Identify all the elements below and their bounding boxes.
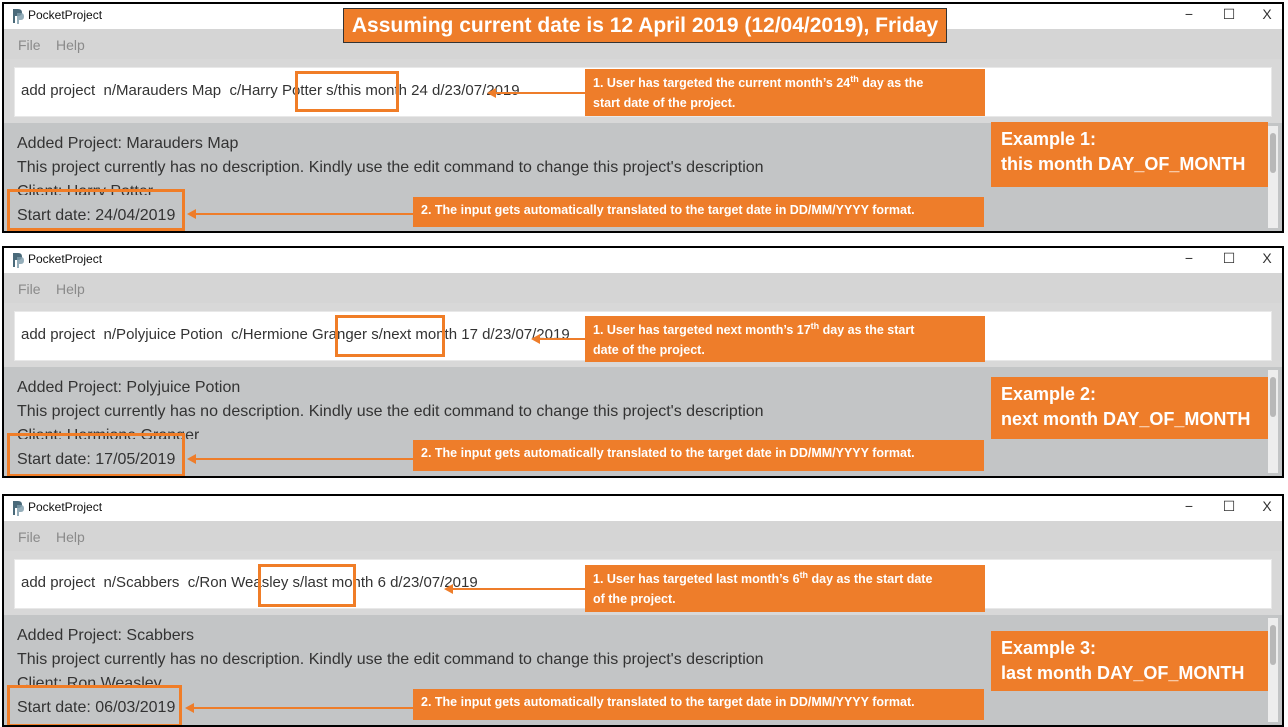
assumption-banner: Assuming current date is 12 April 2019 (… [343, 8, 947, 43]
callout-step-2: 2. The input gets automatically translat… [413, 689, 984, 720]
app-window-example-3: PocketProject − ☐ X File Help add projec… [2, 494, 1284, 727]
highlight-command-token [258, 564, 356, 607]
highlight-command-token [335, 315, 445, 357]
app-title: PocketProject [28, 500, 103, 514]
maximize-button[interactable]: ☐ [1219, 498, 1239, 515]
menu-bar: File Help [4, 273, 1282, 303]
highlight-start-date [7, 433, 185, 476]
result-description: This project currently has no descriptio… [17, 403, 764, 420]
close-button[interactable]: X [1257, 498, 1277, 514]
menu-file[interactable]: File [18, 281, 41, 297]
minimize-button[interactable]: − [1179, 498, 1199, 514]
maximize-button[interactable]: ☐ [1219, 250, 1239, 267]
arrow-head-step-2 [185, 703, 194, 713]
arrow-step-1 [494, 92, 586, 94]
arrow-head-step-1 [487, 88, 496, 98]
scrollbar-thumb[interactable] [1270, 377, 1276, 417]
example-label: Example 2: next month DAY_OF_MONTH [991, 377, 1268, 439]
highlight-start-date [7, 685, 182, 725]
arrow-head-step-1 [444, 584, 453, 594]
callout-step-1: 1. User has targeted the current month’s… [585, 69, 985, 116]
arrow-head-step-2 [187, 454, 196, 464]
arrow-step-1 [538, 338, 586, 340]
app-logo-icon [13, 501, 24, 516]
close-button[interactable]: X [1257, 250, 1277, 266]
close-button[interactable]: X [1257, 6, 1277, 22]
scrollbar-thumb[interactable] [1270, 625, 1276, 665]
app-logo-icon [13, 9, 24, 24]
app-title: PocketProject [28, 252, 103, 266]
example-label: Example 3: last month DAY_OF_MONTH [991, 631, 1268, 691]
callout-step-2: 2. The input gets automatically translat… [413, 197, 984, 227]
arrow-step-1 [451, 588, 586, 590]
app-window-example-2: PocketProject − ☐ X File Help add projec… [2, 246, 1284, 478]
arrow-step-2 [194, 213, 414, 215]
maximize-button[interactable]: ☐ [1219, 6, 1239, 23]
result-description: This project currently has no descriptio… [17, 159, 764, 176]
command-text: add project n/Polyjuice Potion c/Hermion… [21, 326, 570, 343]
title-bar: PocketProject − ☐ X [4, 248, 1282, 273]
arrow-step-2 [192, 707, 414, 709]
menu-file[interactable]: File [18, 529, 41, 545]
result-description: This project currently has no descriptio… [17, 651, 764, 668]
menu-help[interactable]: Help [56, 37, 85, 53]
callout-step-1: 1. User has targeted last month’s 6th da… [585, 565, 985, 612]
example-label: Example 1: this month DAY_OF_MONTH [991, 122, 1268, 187]
callout-step-1: 1. User has targeted next month’s 17th d… [585, 316, 985, 362]
command-text: add project n/Scabbers c/Ron Weasley s/l… [21, 574, 478, 591]
app-title: PocketProject [28, 8, 103, 22]
highlight-start-date [7, 189, 185, 231]
command-text: add project n/Marauders Map c/Harry Pott… [21, 82, 520, 99]
highlight-command-token [295, 71, 399, 112]
result-title: Added Project: Polyjuice Potion [17, 379, 241, 396]
menu-help[interactable]: Help [56, 281, 85, 297]
menu-help[interactable]: Help [56, 529, 85, 545]
scrollbar-thumb[interactable] [1270, 133, 1276, 173]
result-title: Added Project: Scabbers [17, 627, 194, 644]
result-title: Added Project: Marauders Map [17, 135, 239, 152]
arrow-head-step-2 [187, 209, 196, 219]
menu-file[interactable]: File [18, 37, 41, 53]
minimize-button[interactable]: − [1179, 6, 1199, 22]
menu-bar: File Help [4, 521, 1282, 551]
callout-step-2: 2. The input gets automatically translat… [413, 440, 984, 471]
minimize-button[interactable]: − [1179, 250, 1199, 266]
arrow-head-step-1 [531, 334, 540, 344]
arrow-step-2 [194, 458, 414, 460]
title-bar: PocketProject − ☐ X [4, 496, 1282, 521]
app-logo-icon [13, 253, 24, 268]
